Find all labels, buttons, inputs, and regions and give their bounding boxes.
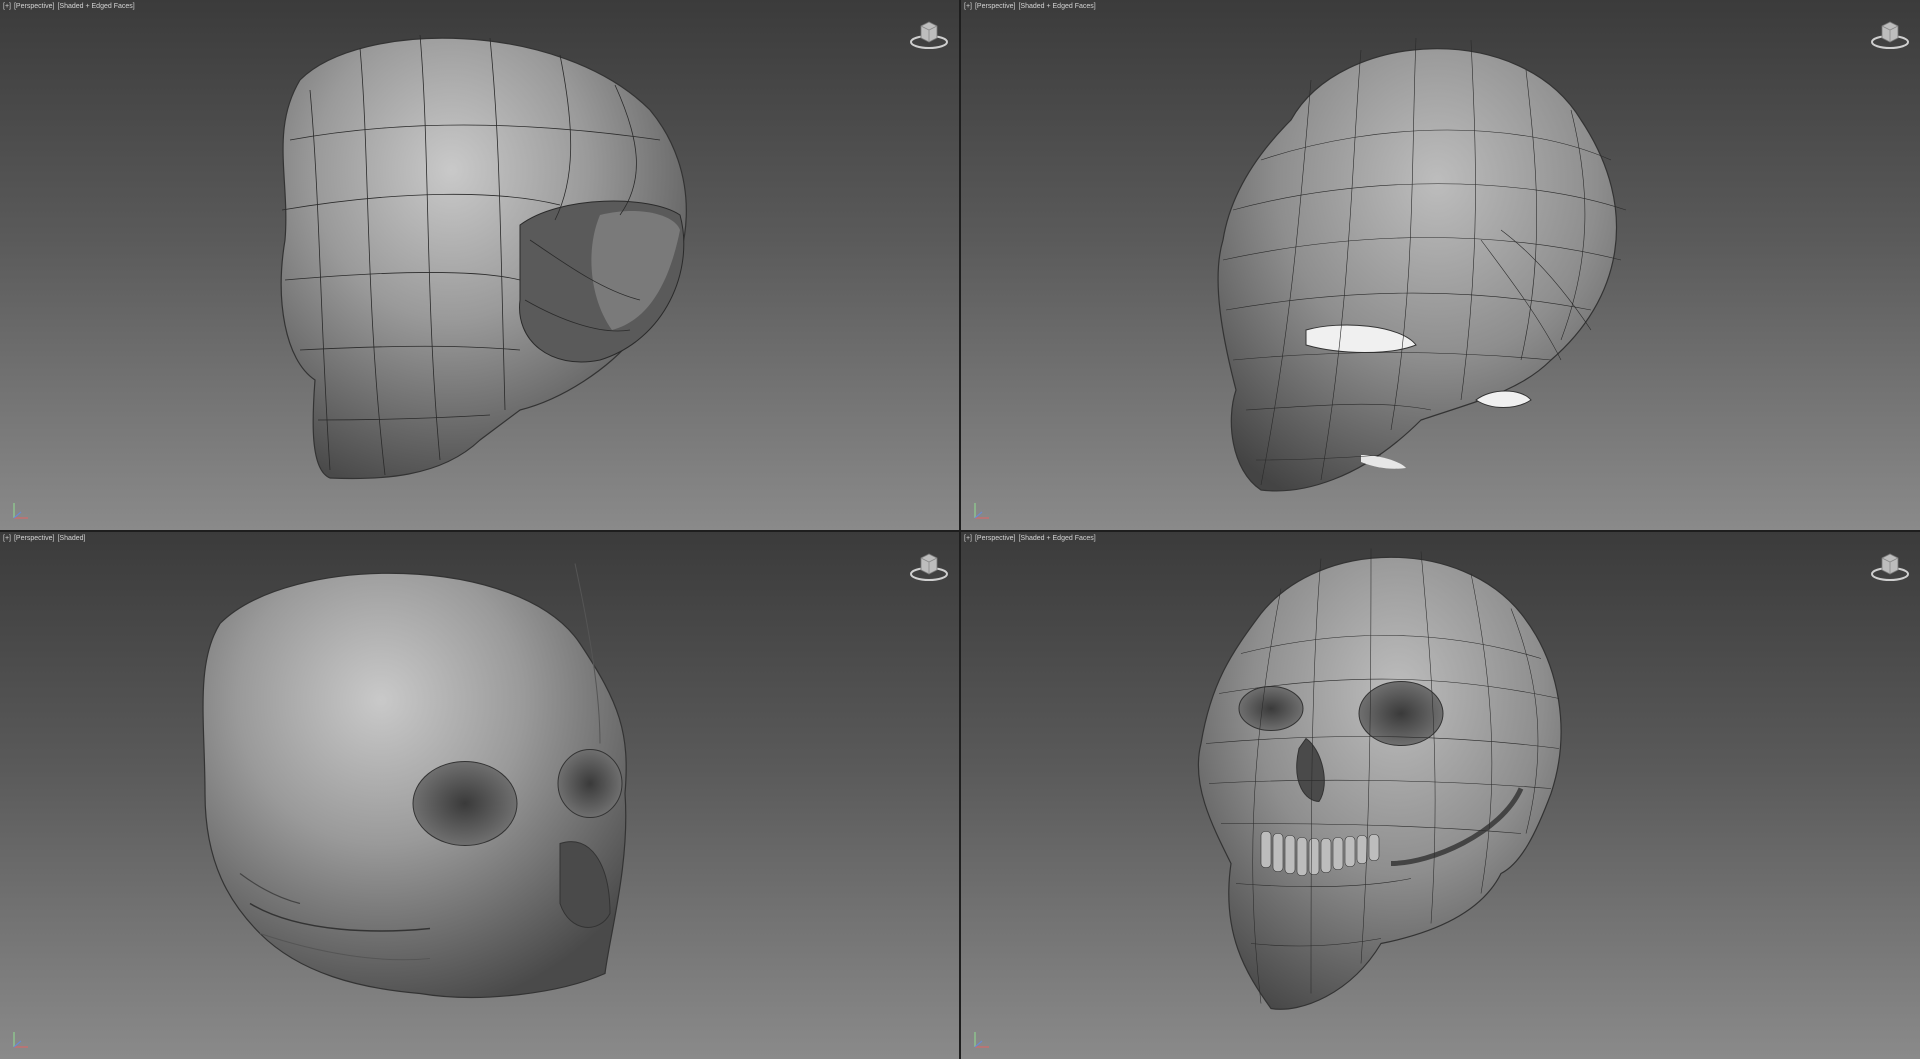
- viewport-divider-horizontal[interactable]: [0, 530, 1920, 532]
- viewport-view-label[interactable]: [Perspective]: [14, 535, 54, 542]
- viewport-shading-label[interactable]: [Shaded + Edged Faces]: [1018, 535, 1095, 542]
- viewport-shading-label[interactable]: [Shaded + Edged Faces]: [1018, 3, 1095, 10]
- viewport-label[interactable]: [+] [Perspective] [Shaded + Edged Faces]: [964, 534, 1099, 543]
- viewport-bottom-right[interactable]: [+] [Perspective] [Shaded + Edged Faces]: [961, 532, 1920, 1059]
- viewport-menu-button[interactable]: [+]: [964, 3, 972, 10]
- skull-final-mesh[interactable]: [961, 532, 1920, 1059]
- viewport-top-left[interactable]: [+] [Perspective] [Shaded + Edged Faces]: [0, 0, 959, 530]
- axis-tripod-icon: [13, 503, 28, 519]
- viewport-shading-label[interactable]: [Shaded]: [57, 535, 85, 542]
- viewport-menu-button[interactable]: [+]: [964, 535, 972, 542]
- viewport-view-label[interactable]: [Perspective]: [975, 3, 1015, 10]
- viewport-bottom-left[interactable]: [+] [Perspective] [Shaded]: [0, 532, 959, 1059]
- cranium-base-mesh[interactable]: [0, 0, 959, 530]
- skull-subdivided-mesh[interactable]: [961, 0, 1920, 530]
- viewport-shading-label[interactable]: [Shaded + Edged Faces]: [57, 3, 134, 10]
- viewport-label[interactable]: [+] [Perspective] [Shaded]: [3, 534, 88, 543]
- viewport-menu-button[interactable]: [+]: [3, 3, 11, 10]
- axis-tripod-icon: [974, 1032, 989, 1048]
- viewport-grid: [+][Perspective][Shaded + Edged Faces]: [0, 0, 1920, 1059]
- viewport-view-label[interactable]: [Perspective]: [975, 535, 1015, 542]
- skull-shaded-mesh[interactable]: [0, 532, 959, 1059]
- viewport-top-right[interactable]: [+] [Perspective] [Shaded + Edged Faces]: [961, 0, 1920, 530]
- viewport-label[interactable]: [+] [Perspective] [Shaded + Edged Faces]: [3, 2, 138, 11]
- axis-tripod-icon: [13, 1032, 28, 1048]
- axis-tripod-icon: [974, 503, 989, 519]
- viewcube-icon[interactable]: [1868, 550, 1912, 582]
- viewport-label[interactable]: [+] [Perspective] [Shaded + Edged Faces]: [964, 2, 1099, 11]
- viewport-menu-button[interactable]: [+]: [3, 535, 11, 542]
- viewport-view-label[interactable]: [Perspective]: [14, 3, 54, 10]
- viewcube-icon[interactable]: [907, 550, 951, 582]
- viewcube-icon[interactable]: [907, 18, 951, 50]
- viewcube-icon[interactable]: [1868, 18, 1912, 50]
